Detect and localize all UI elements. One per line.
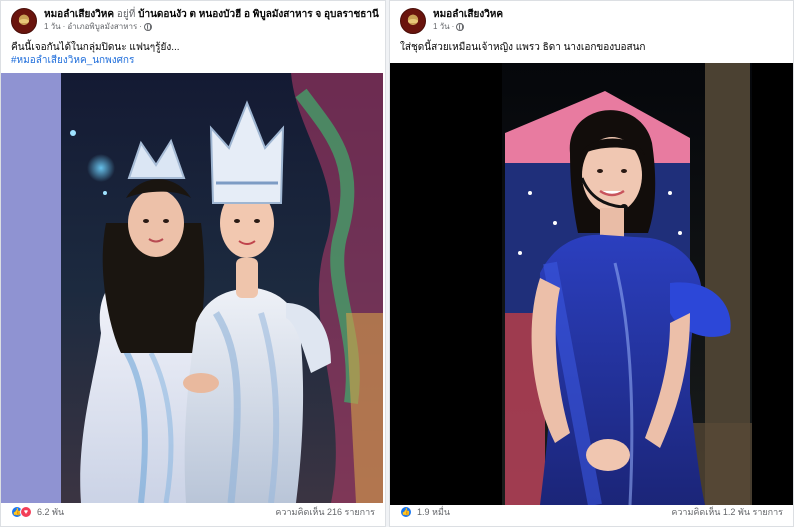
globe-icon	[456, 23, 465, 31]
location-prefix: อยู่ที่	[116, 9, 136, 20]
page-name-link[interactable]: หมอลำเสียงวิหค	[44, 9, 114, 20]
comments-count-link[interactable]: ความคิดเห็น 216 รายการ	[275, 505, 375, 519]
reactions-summary[interactable]: 👍 1.9 หมื่น	[400, 505, 450, 519]
reactions-summary[interactable]: 👍 ♥ 6.2 พัน	[11, 505, 64, 519]
globe-icon	[143, 23, 152, 31]
comments-count-link[interactable]: ความคิดเห็น 1.2 พัน รายการ	[671, 505, 783, 519]
feed: หมอลำเสียงวิหค อยู่ที่ บ้านดอนงัว ต หนอง…	[0, 0, 794, 527]
reaction-count: 6.2 พัน	[37, 507, 65, 517]
location-link[interactable]: บ้านดอนงัว ต หนองบัวฮี อ พิบูลมังสาหาร จ…	[138, 9, 379, 20]
page-avatar[interactable]	[11, 8, 37, 34]
hashtag-link[interactable]: #หมอลำเสียงวิหค_นกพงศกร	[11, 54, 134, 68]
post-time[interactable]: 1 วัน	[433, 21, 450, 33]
post-card-1: หมอลำเสียงวิหค อยู่ที่ บ้านดอนงัว ต หนอง…	[0, 0, 386, 527]
post-caption: คืนนี้เจอกันได้ในกลุ่มปิดนะ แฟนๆรู้ยัง..…	[11, 42, 180, 53]
post-time[interactable]: 1 วัน	[44, 21, 61, 33]
post-card-2: หมอลำเสียงวิหค 1 วัน · ใส่ชุดนี้สวยเหมือ…	[389, 0, 794, 527]
post-footer: 👍 ♥ 6.2 พัน ความคิดเห็น 216 รายการ	[11, 504, 375, 520]
reaction-count: 1.9 หมื่น	[417, 507, 451, 517]
sub-location[interactable]: อำเภอพิบูลมังสาหาร	[67, 21, 137, 33]
like-reaction-icon: 👍	[400, 506, 412, 518]
post-footer: 👍 1.9 หมื่น ความคิดเห็น 1.2 พัน รายการ	[400, 504, 783, 520]
post-photo-singer[interactable]	[390, 63, 793, 505]
page-avatar[interactable]	[400, 8, 426, 34]
post-header: หมอลำเสียงวิหค 1 วัน ·	[400, 8, 503, 34]
post-header: หมอลำเสียงวิหค อยู่ที่ บ้านดอนงัว ต หนอง…	[11, 8, 379, 34]
post-photo-couple[interactable]	[1, 73, 385, 503]
love-reaction-icon: ♥	[20, 506, 32, 518]
post-caption: ใส่ชุดนี้สวยเหมือนเจ้าหญิง แพรว ธิดา นาง…	[400, 42, 646, 53]
page-name-link[interactable]: หมอลำเสียงวิหค	[433, 9, 503, 20]
